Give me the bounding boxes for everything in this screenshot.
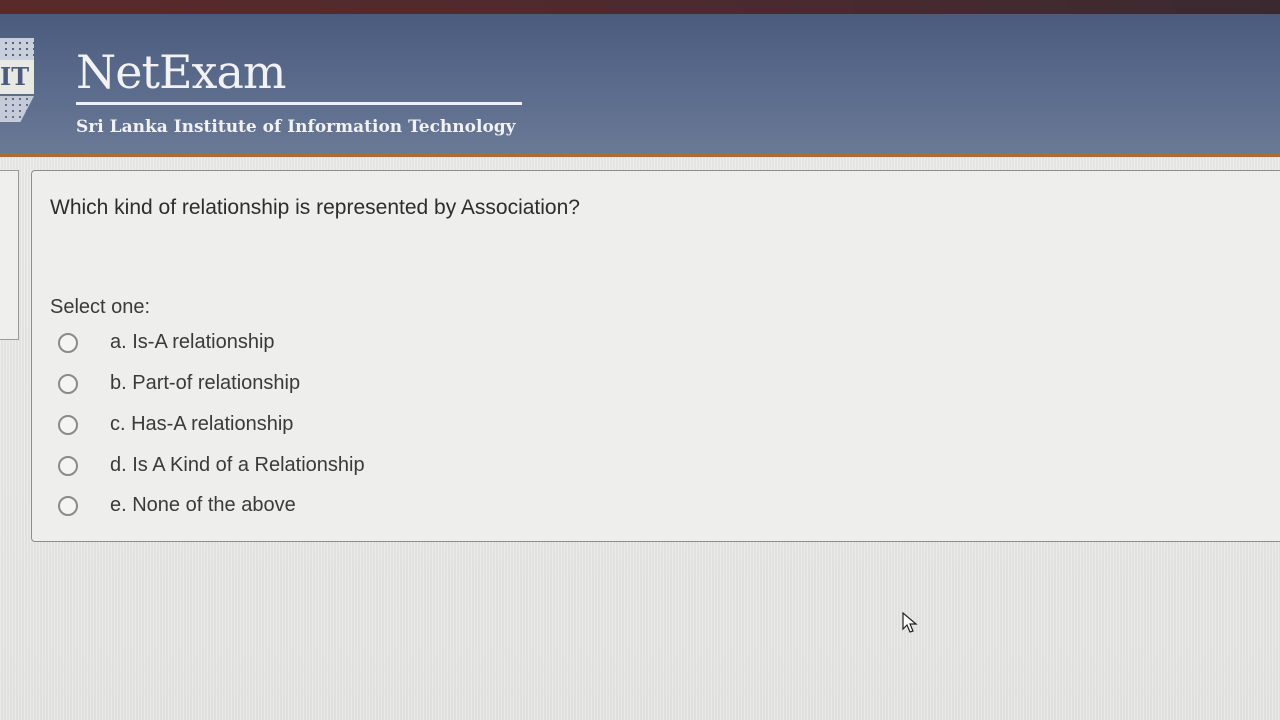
mouse-pointer-icon xyxy=(902,612,918,633)
question-text: Which kind of relationship is represente… xyxy=(50,196,580,219)
answer-option-a[interactable]: a. Is-A relationship xyxy=(32,325,832,359)
radio-button-icon[interactable] xyxy=(58,333,78,353)
answer-option-label[interactable]: a. Is-A relationship xyxy=(110,327,275,357)
answer-option-label[interactable]: c. Has-A relationship xyxy=(110,409,293,439)
select-one-prompt: Select one: xyxy=(50,296,151,318)
question-info-panel xyxy=(0,170,19,340)
title-divider xyxy=(76,102,522,105)
radio-button-icon[interactable] xyxy=(58,456,78,476)
answer-option-e[interactable]: e. None of the above xyxy=(32,488,832,522)
sliit-logo[interactable]: IT xyxy=(0,38,36,138)
site-title[interactable]: NetExam xyxy=(76,44,287,100)
site-header: IT NetExam Sri Lanka Institute of Inform… xyxy=(0,14,1280,157)
radio-button-icon[interactable] xyxy=(58,496,78,516)
answer-option-label[interactable]: d. Is A Kind of a Relationship xyxy=(110,450,365,480)
question-card: Which kind of relationship is represente… xyxy=(31,170,1280,542)
logo-letters: IT xyxy=(0,60,34,94)
radio-button-icon[interactable] xyxy=(58,374,78,394)
answer-option-label[interactable]: b. Part-of relationship xyxy=(110,368,300,398)
radio-button-icon[interactable] xyxy=(58,415,78,435)
logo-grid-bottom xyxy=(0,96,34,122)
institution-name: Sri Lanka Institute of Information Techn… xyxy=(76,117,516,137)
answer-option-label[interactable]: e. None of the above xyxy=(110,490,296,520)
logo-grid-top xyxy=(0,38,34,60)
answer-option-d[interactable]: d. Is A Kind of a Relationship xyxy=(32,448,832,482)
answer-option-c[interactable]: c. Has-A relationship xyxy=(32,407,832,441)
answer-option-b[interactable]: b. Part-of relationship xyxy=(32,366,832,400)
